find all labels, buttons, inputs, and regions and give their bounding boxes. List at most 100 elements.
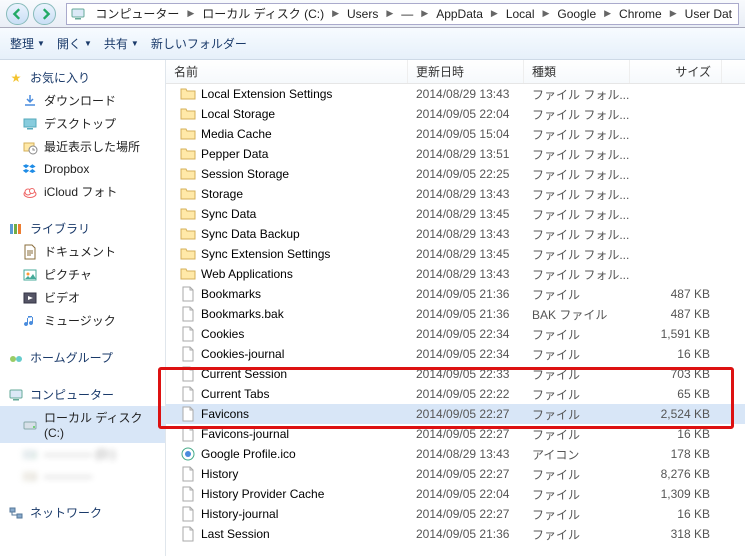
file-date: 2014/08/29 13:43 xyxy=(408,87,524,101)
sidebar-item-label: ———— (D:) xyxy=(44,447,115,461)
file-name: Local Storage xyxy=(201,107,275,121)
file-type: BAK ファイル xyxy=(524,306,630,323)
file-row[interactable]: Sync Data2014/08/29 13:45ファイル フォル... xyxy=(166,204,745,224)
sidebar-fav-item[interactable]: デスクトップ xyxy=(0,112,165,135)
file-name: Google Profile.ico xyxy=(201,447,296,461)
computer-icon xyxy=(69,5,87,23)
crumb-separator-icon: ▶ xyxy=(541,8,552,19)
breadcrumb-segment[interactable]: Chrome xyxy=(613,7,668,21)
file-row[interactable]: Cookies-journal2014/09/05 22:34ファイル16 KB xyxy=(166,344,745,364)
sidebar-fav-item[interactable]: Dropbox xyxy=(0,158,165,180)
breadcrumb-segment[interactable]: Google xyxy=(551,7,602,21)
file-row[interactable]: Sync Data Backup2014/08/29 13:43ファイル フォル… xyxy=(166,224,745,244)
file-row[interactable]: Media Cache2014/09/05 15:04ファイル フォル... xyxy=(166,124,745,144)
file-row[interactable]: History Provider Cache2014/09/05 22:04ファ… xyxy=(166,484,745,504)
sidebar-favorites-head[interactable]: ★お気に入り xyxy=(0,66,165,89)
file-date: 2014/09/05 22:04 xyxy=(408,107,524,121)
file-row[interactable]: Local Extension Settings2014/08/29 13:43… xyxy=(166,84,745,104)
col-type[interactable]: 種類 xyxy=(524,60,630,83)
file-date: 2014/08/29 13:43 xyxy=(408,187,524,201)
file-row[interactable]: History-journal2014/09/05 22:27ファイル16 KB xyxy=(166,504,745,524)
sidebar-item-label: ローカル ディスク (C:) xyxy=(44,409,157,440)
file-size: 16 KB xyxy=(630,507,722,521)
new-folder-button[interactable]: 新しいフォルダー xyxy=(151,35,247,52)
file-row[interactable]: Google Profile.ico2014/08/29 13:43アイコン17… xyxy=(166,444,745,464)
organize-menu[interactable]: 整理▼ xyxy=(10,35,45,52)
homegroup-icon xyxy=(8,350,24,366)
hdd-icon xyxy=(22,417,38,433)
computer-icon xyxy=(8,387,24,403)
hdd-icon xyxy=(22,446,38,462)
forward-button[interactable] xyxy=(33,3,56,25)
file-row[interactable]: Sync Extension Settings2014/08/29 13:45フ… xyxy=(166,244,745,264)
file-row[interactable]: Pepper Data2014/08/29 13:51ファイル フォル... xyxy=(166,144,745,164)
file-row[interactable]: Bookmarks2014/09/05 21:36ファイル487 KB xyxy=(166,284,745,304)
vid-icon xyxy=(22,290,38,306)
file-row[interactable]: Session Storage2014/09/05 22:25ファイル フォル.… xyxy=(166,164,745,184)
file-row[interactable]: Local Storage 2014/09/05 22:04ファイル フォル... xyxy=(166,104,745,124)
file-size: 487 KB xyxy=(630,307,722,321)
file-type: ファイル xyxy=(524,286,630,303)
file-type: アイコン xyxy=(524,446,630,463)
file-date: 2014/08/29 13:45 xyxy=(408,247,524,261)
sidebar-lib-item[interactable]: ミュージック xyxy=(0,309,165,332)
breadcrumb-segment[interactable]: コンピューター xyxy=(89,5,185,22)
crumb-separator-icon: ▶ xyxy=(330,8,341,19)
file-date: 2014/09/05 22:34 xyxy=(408,347,524,361)
breadcrumb-segment[interactable]: Users xyxy=(341,7,384,21)
toolbar: 整理▼ 開く▼ 共有▼ 新しいフォルダー xyxy=(0,28,745,60)
sidebar-fav-item[interactable]: ダウンロード xyxy=(0,89,165,112)
file-row[interactable]: Current Tabs2014/09/05 22:22ファイル65 KB xyxy=(166,384,745,404)
sidebar-drive-item[interactable]: ローカル ディスク (C:) xyxy=(0,406,165,443)
desktop-icon xyxy=(22,116,38,132)
crumb-separator-icon: ▶ xyxy=(489,8,500,19)
file-type: ファイル フォル... xyxy=(524,266,630,283)
file-row[interactable]: Favicons2014/09/05 22:27ファイル2,524 KB xyxy=(166,404,745,424)
col-date[interactable]: 更新日時 xyxy=(408,60,524,83)
breadcrumb-segment[interactable]: ローカル ディスク (C:) xyxy=(196,5,330,22)
file-name: Storage xyxy=(201,187,243,201)
col-name[interactable]: 名前 xyxy=(166,60,408,83)
sidebar-libraries-head[interactable]: ライブラリ xyxy=(0,217,165,240)
file-row[interactable]: History2014/09/05 22:27ファイル8,276 KB xyxy=(166,464,745,484)
file-row[interactable]: Web Applications2014/08/29 13:43ファイル フォル… xyxy=(166,264,745,284)
file-row[interactable]: Bookmarks.bak2014/09/05 21:36BAK ファイル487… xyxy=(166,304,745,324)
dropbox-icon xyxy=(22,161,38,177)
file-type: ファイル xyxy=(524,366,630,383)
breadcrumb-segment[interactable]: — xyxy=(395,7,419,21)
ico-icon xyxy=(180,446,196,462)
folder-icon xyxy=(180,246,196,262)
sidebar-lib-item[interactable]: ピクチャ xyxy=(0,263,165,286)
file-type: ファイル xyxy=(524,486,630,503)
back-button[interactable] xyxy=(6,3,29,25)
sidebar-drive-item[interactable]: ———— xyxy=(0,465,165,487)
open-menu[interactable]: 開く▼ xyxy=(57,35,92,52)
folder-icon xyxy=(180,86,196,102)
file-icon xyxy=(180,306,196,322)
file-row[interactable]: Current Session2014/09/05 22:33ファイル703 K… xyxy=(166,364,745,384)
file-type: ファイル フォル... xyxy=(524,106,630,123)
sidebar-network-head[interactable]: ネットワーク xyxy=(0,501,165,524)
share-menu[interactable]: 共有▼ xyxy=(104,35,139,52)
breadcrumb[interactable]: コンピューター▶ローカル ディスク (C:)▶Users▶—▶AppData▶L… xyxy=(66,3,739,25)
file-row[interactable]: Cookies2014/09/05 22:34ファイル1,591 KB xyxy=(166,324,745,344)
crumb-separator-icon: ▶ xyxy=(419,8,430,19)
col-size[interactable]: サイズ xyxy=(630,60,722,83)
sidebar-computer-head[interactable]: コンピューター xyxy=(0,383,165,406)
sidebar-drive-item[interactable]: ———— (D:) xyxy=(0,443,165,465)
file-row[interactable]: Last Session2014/09/05 21:36ファイル318 KB xyxy=(166,524,745,544)
sidebar-lib-item[interactable]: ドキュメント xyxy=(0,240,165,263)
sidebar-fav-item[interactable]: iCloud フォト xyxy=(0,180,165,203)
file-name: Favicons xyxy=(201,407,249,421)
sidebar-item-label: ———— xyxy=(44,469,92,483)
sidebar-lib-item[interactable]: ビデオ xyxy=(0,286,165,309)
breadcrumb-segment[interactable]: Local xyxy=(500,7,541,21)
file-type: ファイル フォル... xyxy=(524,146,630,163)
breadcrumb-segment[interactable]: User Dat xyxy=(679,7,738,21)
sidebar-fav-item[interactable]: 最近表示した場所 xyxy=(0,135,165,158)
sidebar-homegroup-head[interactable]: ホームグループ xyxy=(0,346,165,369)
folder-icon xyxy=(180,146,196,162)
file-row[interactable]: Storage2014/08/29 13:43ファイル フォル... xyxy=(166,184,745,204)
file-row[interactable]: Favicons-journal2014/09/05 22:27ファイル16 K… xyxy=(166,424,745,444)
breadcrumb-segment[interactable]: AppData xyxy=(430,7,489,21)
